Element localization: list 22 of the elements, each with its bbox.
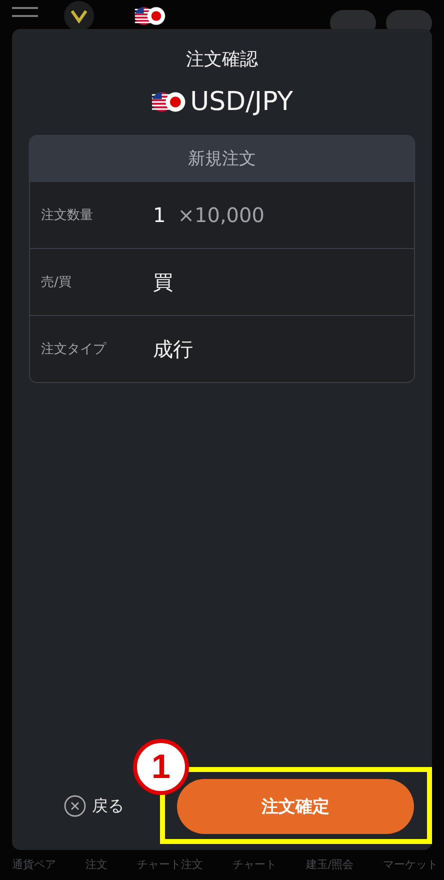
nav-tab[interactable]: 通貨ペア (12, 857, 56, 872)
nav-tab[interactable]: 建玉/照会 (306, 857, 354, 872)
nav-tab[interactable]: チャート注文 (136, 857, 203, 872)
row-label: 売/買 (40, 274, 72, 291)
unit-text: ×10,000 (178, 203, 264, 227)
nav-tab[interactable]: マーケット (382, 857, 438, 872)
row-label: 注文タイプ (40, 341, 108, 358)
row-value: 買 (153, 268, 173, 296)
confirm-order-button[interactable]: 注文確定 (177, 778, 414, 834)
back-button[interactable]: 戻る (64, 795, 124, 817)
card-heading: 新規注文 (30, 136, 414, 182)
currency-pair: USD/JPY (190, 87, 294, 117)
row-label: 注文数量 (40, 207, 94, 224)
flag-icon (150, 91, 186, 113)
nav-tab[interactable]: 注文 (85, 857, 108, 872)
close-icon (64, 795, 86, 817)
step-number: 1 (133, 739, 189, 795)
row-value: 1 (153, 203, 166, 227)
flag-icon (134, 6, 166, 26)
row-value: 成行 (153, 336, 193, 362)
dialog-title: 注文確認 (186, 48, 258, 71)
nav-tab[interactable]: チャート (232, 857, 276, 872)
